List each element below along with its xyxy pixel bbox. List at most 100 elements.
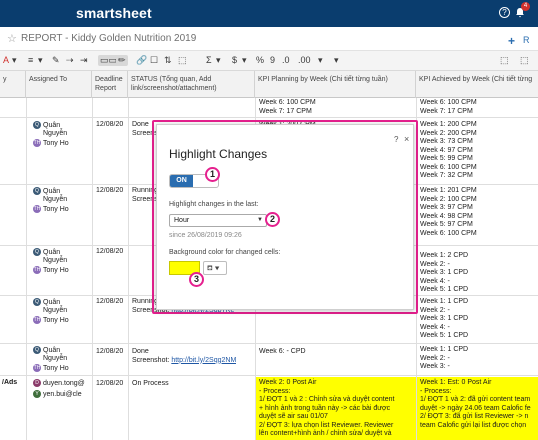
assignee-name: Quân bbox=[43, 298, 61, 306]
kpi-line: Week 2: 100 CPM bbox=[420, 195, 477, 203]
indent-icon[interactable]: ⇢ bbox=[66, 55, 74, 66]
status-text: Done bbox=[132, 348, 149, 355]
sheet-title[interactable]: REPORT - Kiddy Golden Nutrition 2019 bbox=[21, 33, 196, 44]
add-collaborator-icon[interactable]: + bbox=[508, 34, 515, 48]
column-header-kpi-achieved[interactable]: KPI Achieved by Week (Chi tiết từng bbox=[416, 71, 538, 98]
kpi-line: Week 2: 200 CPM bbox=[420, 129, 477, 137]
kpi-achieved-cell[interactable]: Week 1: 200 CPM Week 2: 200 CPM Week 3: … bbox=[420, 121, 477, 181]
assignee-name: Tony Ho bbox=[43, 316, 69, 324]
color-picker-button[interactable]: ⛾ ▾ bbox=[203, 261, 227, 275]
sum-dropdown-icon[interactable]: ▾ bbox=[216, 55, 221, 66]
sum-icon[interactable]: Σ bbox=[206, 55, 212, 65]
assigned-cell[interactable]: Q Quân Nguyễn TH Tony Ho bbox=[33, 121, 69, 148]
view-dropdown-icon[interactable]: ▾ bbox=[334, 55, 339, 66]
kpi-line: team Calofic gửi lại list được chọn bbox=[420, 421, 527, 429]
align-icon[interactable]: ≡ bbox=[28, 55, 33, 65]
kpi-line: Week 1: Est: 0 Post Air bbox=[420, 379, 492, 386]
filter-icon[interactable]: ⬚ bbox=[178, 55, 187, 66]
app-logo[interactable]: smartsheet bbox=[76, 5, 152, 21]
assignee-name: Nguyễn bbox=[43, 307, 68, 315]
increase-decimal-icon[interactable]: .00 bbox=[298, 55, 311, 65]
clear-format-icon[interactable]: ✎ bbox=[52, 55, 60, 66]
highlight-changes-icon[interactable]: ✏ bbox=[116, 55, 128, 66]
kpi-line: Week 5: 99 CPM bbox=[420, 155, 473, 162]
thousands-icon[interactable]: 9 bbox=[270, 55, 275, 65]
help-icon[interactable]: ? bbox=[394, 135, 398, 144]
kpi-achieved-cell[interactable]: Week 6: 100 CPM Week 7: 17 CPM bbox=[420, 99, 477, 116]
kpi-line: duyệt sẽ air sau 01/07 bbox=[259, 413, 328, 420]
align-dropdown-icon[interactable]: ▾ bbox=[38, 55, 43, 66]
kpi-line: Week 6: 100 CPM bbox=[420, 99, 477, 106]
avatar: TH bbox=[33, 204, 41, 213]
text-color-icon[interactable]: A bbox=[3, 55, 9, 65]
assigned-cell[interactable]: Q Quân Nguyễn TH Tony Ho bbox=[33, 298, 69, 325]
kpi-achieved-cell[interactable]: Week 1: 1 CPD Week 2: - Week 3: - bbox=[420, 346, 468, 372]
kpi-line: Week 1: 201 CPM bbox=[420, 187, 477, 194]
status-cell[interactable]: Done Screenshot: http://bit.ly/2Sqg2NM bbox=[132, 348, 236, 365]
deadline-cell[interactable]: 12/08/20 bbox=[96, 298, 123, 307]
layout-icon[interactable]: ⬚ bbox=[500, 55, 509, 66]
callout-1: 1 bbox=[205, 167, 220, 182]
status-cell[interactable]: On Process bbox=[132, 380, 169, 389]
deadline-cell[interactable]: 12/08/20 bbox=[96, 348, 123, 357]
assigned-cell[interactable]: Dduyen.tong@ Yyen.bui@cle bbox=[33, 379, 85, 400]
kpi-planning-cell-highlighted[interactable]: Week 2: 0 Post Air - Process: 1/ ĐỢT 1 v… bbox=[256, 377, 416, 440]
deadline-cell[interactable]: 12/08/20 bbox=[96, 121, 123, 130]
assignee-name: Tony Ho bbox=[43, 139, 69, 147]
percent-icon[interactable]: % bbox=[256, 55, 264, 65]
avatar: Q bbox=[33, 121, 41, 129]
decrease-decimal-icon[interactable]: .0 bbox=[282, 55, 290, 65]
kpi-line: 2/ ĐỢT 3: lựa chọn list Reviewer. Review… bbox=[259, 421, 394, 429]
kpi-line: Week 2: 0 Post Air bbox=[259, 379, 317, 386]
column-header-assigned[interactable]: Assigned To bbox=[26, 71, 92, 98]
attachment-icon[interactable]: ☐ bbox=[150, 55, 158, 66]
avatar: TH bbox=[33, 363, 41, 372]
assignee-name: Nguyễn bbox=[43, 355, 68, 363]
card-view-icon[interactable]: ⬚ bbox=[520, 55, 529, 66]
assigned-cell[interactable]: Q Quân Nguyễn TH Tony Ho bbox=[33, 187, 69, 214]
kpi-line: Week 1: 1 CPD bbox=[420, 346, 469, 353]
deadline-cell[interactable]: 12/08/20 bbox=[96, 380, 123, 389]
column-header-status[interactable]: STATUS (Tổng quan, Add link/screenshot/a… bbox=[128, 71, 255, 98]
period-label: Highlight changes in the last: bbox=[169, 201, 259, 208]
row-label[interactable]: /Ads bbox=[2, 379, 17, 388]
column-header-deadline[interactable]: Deadline Report bbox=[92, 71, 128, 98]
more-dropdown-icon[interactable]: ▾ bbox=[318, 55, 323, 66]
kpi-planning-cell[interactable]: Week 6: - CPD bbox=[259, 348, 306, 357]
deadline-cell[interactable]: 12/08/20 bbox=[96, 248, 123, 257]
kpi-line: - Process: bbox=[420, 387, 452, 395]
period-select[interactable]: Hour ▼ bbox=[169, 214, 267, 227]
screenshot-link[interactable]: http://bit.ly/2Sqg2NM bbox=[171, 357, 236, 364]
bg-color-label: Background color for changed cells: bbox=[169, 249, 281, 256]
currency-icon[interactable]: $ bbox=[232, 55, 237, 65]
outdent-icon[interactable]: ⇥ bbox=[80, 55, 88, 66]
sort-icon[interactable]: ⇅ bbox=[164, 55, 172, 66]
kpi-achieved-cell[interactable]: Week 1: 201 CPM Week 2: 100 CPM Week 3: … bbox=[420, 187, 477, 238]
kpi-achieved-cell[interactable]: Week 1: 2 CPD Week 2: - Week 3: 1 CPD We… bbox=[420, 252, 468, 295]
kpi-line: Week 4: 98 CPM bbox=[420, 212, 473, 220]
kpi-line: duyệt -> ngày 24.06 team Calofic fe bbox=[420, 404, 531, 412]
help-icon[interactable]: ? bbox=[499, 7, 510, 18]
kpi-line: lên content+hình ảnh / chỉnh sửa/ duyệt … bbox=[259, 430, 392, 437]
deadline-cell[interactable]: 12/08/20 bbox=[96, 187, 123, 196]
link-icon[interactable]: 🔗 bbox=[136, 55, 147, 66]
assignee-name: Nguyễn bbox=[43, 257, 68, 265]
kpi-line: Week 2: - bbox=[420, 306, 450, 314]
kpi-planning-cell[interactable]: Week 6: 100 CPM Week 7: 17 CPM bbox=[259, 99, 316, 116]
assigned-cell[interactable]: Q Quân Nguyễn TH Tony Ho bbox=[33, 346, 69, 373]
collaborator-label[interactable]: R bbox=[523, 35, 530, 45]
kpi-line: 1/ ĐỢT 1 và 2: đã gửi content team bbox=[420, 396, 531, 403]
assigned-cell[interactable]: Q Quân Nguyễn TH Tony Ho bbox=[33, 248, 69, 275]
kpi-achieved-cell-highlighted[interactable]: Week 1: Est: 0 Post Air - Process: 1/ ĐỢ… bbox=[417, 377, 538, 440]
kpi-line: Week 3: 97 CPM bbox=[420, 204, 473, 211]
kpi-achieved-cell[interactable]: Week 1: 1 CPD Week 2: - Week 3: 1 CPD We… bbox=[420, 298, 468, 341]
kpi-line: Week 1: 200 CPM bbox=[420, 121, 477, 128]
column-header-kpi-planning[interactable]: KPI Planning by Week (Chi tiết từng tuần… bbox=[255, 71, 416, 98]
currency-dropdown-icon[interactable]: ▾ bbox=[242, 55, 247, 66]
column-header-label[interactable]: y bbox=[0, 71, 26, 98]
text-color-dropdown-icon[interactable]: ▾ bbox=[12, 55, 17, 66]
star-icon[interactable]: ☆ bbox=[7, 32, 17, 45]
kpi-line: Week 2: - bbox=[420, 354, 450, 362]
chevron-down-icon: ▼ bbox=[257, 217, 263, 223]
close-icon[interactable]: × bbox=[404, 134, 409, 144]
